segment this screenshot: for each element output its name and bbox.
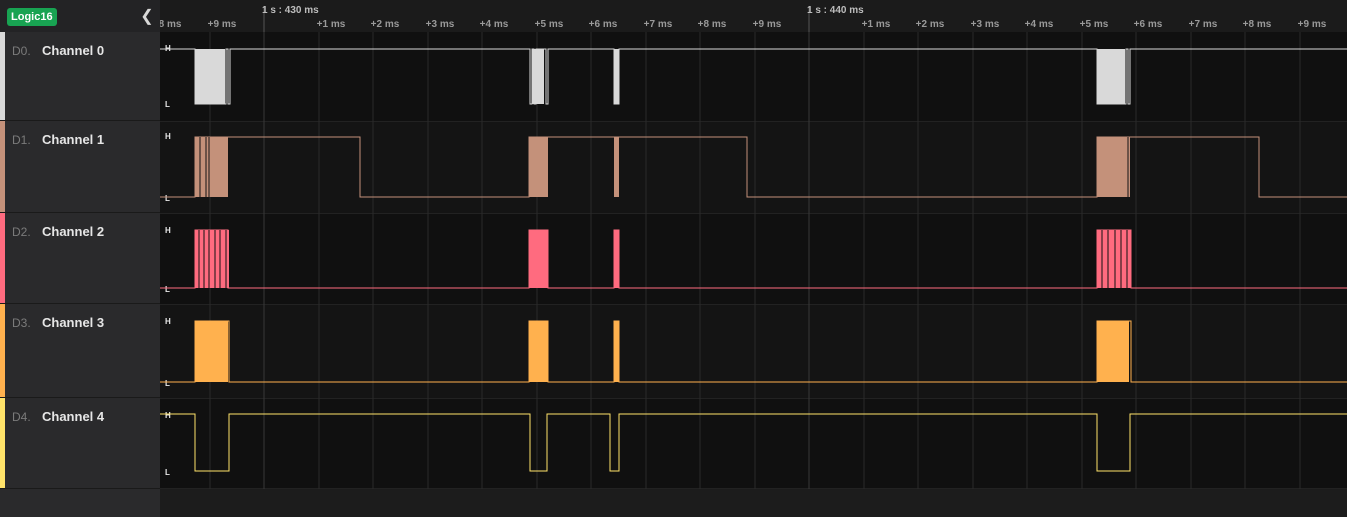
channel-name[interactable]: Channel 2 [42,224,104,239]
channel-name[interactable]: Channel 0 [42,43,104,58]
level-high-label: H [165,317,171,326]
lane-4 [160,398,1347,489]
level-low-label: L [165,285,170,294]
channel-id: D2. [12,225,31,239]
tick-label: +1 ms [317,19,346,30]
ruler-marker-label: 1 s : 430 ms [262,5,319,16]
channel-id: D1. [12,133,31,147]
lane-2 [160,213,1347,304]
tick-label: +3 ms [426,19,455,30]
level-high-label: H [165,226,171,235]
tick-label: +9 ms [1298,19,1327,30]
tick-label: +4 ms [1025,19,1054,30]
channel-name[interactable]: Channel 4 [42,409,104,424]
tick-label: +7 ms [644,19,673,30]
waveform-svg[interactable]: 1 s : 430 ms 1 s : 440 ms 8 ms +9 ms +1 … [159,0,1347,489]
channel-row-3[interactable]: D3. Channel 3 [0,304,160,398]
tick-label: +8 ms [1243,19,1272,30]
level-high-label: H [165,411,171,420]
channel-id: D3. [12,316,31,330]
tick-label: +3 ms [971,19,1000,30]
channel-row-1[interactable]: D1. Channel 1 [0,121,160,213]
chevron-left-icon[interactable]: ❮ [139,7,155,27]
channel-row-0[interactable]: D0. Channel 0 [0,32,160,121]
tick-label: +2 ms [371,19,400,30]
lane-3 [160,304,1347,398]
channel-name[interactable]: Channel 3 [42,315,104,330]
tick-label: +4 ms [480,19,509,30]
level-low-label: L [165,379,170,388]
channel-id: D0. [12,44,31,58]
channel-sidebar: Logic16 ❮ D0. Channel 0 D1. Channel 1 D2… [0,0,160,517]
tick-label: +2 ms [916,19,945,30]
channel-color-swatch [0,32,5,120]
tick-label: +9 ms [753,19,782,30]
channel-row-2[interactable]: D2. Channel 2 [0,213,160,304]
lane-1 [160,121,1347,213]
level-high-label: H [165,132,171,141]
tick-label: +7 ms [1189,19,1218,30]
tick-label: +6 ms [1134,19,1163,30]
tick-label: 8 ms [160,19,182,30]
level-low-label: L [165,100,170,109]
tick-label: +5 ms [1080,19,1109,30]
waveform-view[interactable]: 1 s : 430 ms 1 s : 440 ms 8 ms +9 ms +1 … [159,0,1347,517]
device-badge[interactable]: Logic16 [7,8,57,26]
lane-0 [160,32,1347,121]
channel-name[interactable]: Channel 1 [42,132,104,147]
channel-row-4[interactable]: D4. Channel 4 [0,398,160,489]
level-low-label: L [165,468,170,477]
channel-color-swatch [0,213,5,303]
bottom-scroll-area[interactable] [160,489,1347,517]
tick-label: +9 ms [208,19,237,30]
channel-id: D4. [12,410,31,424]
tick-label: +5 ms [535,19,564,30]
tick-label: +1 ms [862,19,891,30]
channel-color-swatch [0,121,5,212]
tick-label: +8 ms [698,19,727,30]
channel-color-swatch [0,304,5,397]
time-grid [209,32,1301,489]
channel-color-swatch [0,398,5,488]
sidebar-header: Logic16 ❮ [0,0,160,32]
tick-label: +6 ms [589,19,618,30]
sidebar-footer [0,489,160,517]
ruler-marker-label: 1 s : 440 ms [807,5,864,16]
level-low-label: L [165,194,170,203]
